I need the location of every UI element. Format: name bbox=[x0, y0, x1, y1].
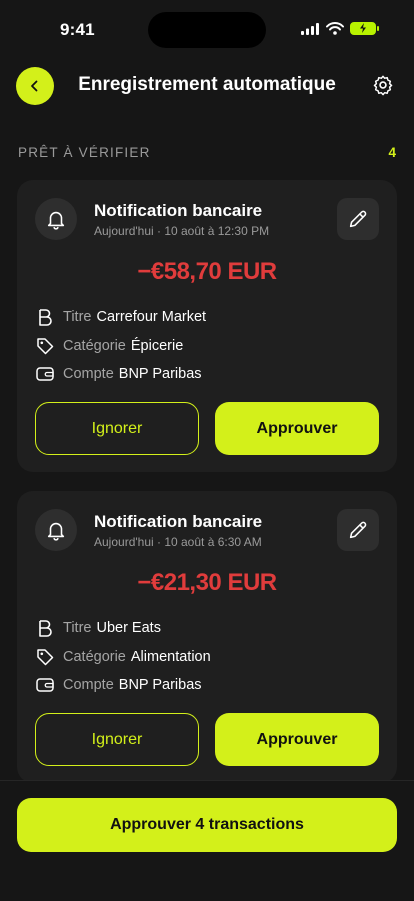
section-header: PRÊT À VÉRIFIER 4 bbox=[18, 145, 396, 163]
title-icon bbox=[35, 619, 55, 637]
field-account: Compte BNP Paribas bbox=[35, 366, 202, 382]
field-value: BNP Paribas bbox=[118, 366, 202, 382]
page-title: Enregistrement automatique bbox=[78, 74, 336, 95]
transaction-card: Notification bancaire Aujourd'hui · 10 a… bbox=[17, 180, 397, 472]
wallet-icon bbox=[35, 366, 55, 382]
field-value: Épicerie bbox=[130, 338, 184, 354]
wifi-icon bbox=[326, 22, 344, 35]
wallet-icon bbox=[35, 677, 55, 693]
field-label: Compte bbox=[63, 677, 114, 693]
bell-icon bbox=[47, 211, 65, 230]
bottom-action-bar: Approuver 4 transactions bbox=[0, 780, 414, 901]
battery-icon bbox=[350, 22, 379, 35]
dynamic-island bbox=[148, 12, 266, 48]
pencil-icon bbox=[349, 210, 367, 228]
edit-button[interactable] bbox=[337, 198, 379, 240]
transaction-amount: −€58,70 EUR bbox=[137, 258, 277, 285]
pencil-icon bbox=[349, 521, 367, 539]
gear-icon bbox=[373, 75, 393, 96]
notification-time: Aujourd'hui · 10 août à 6:30 AM bbox=[94, 535, 262, 549]
field-label: Catégorie bbox=[63, 649, 126, 665]
section-label: PRÊT À VÉRIFIER bbox=[18, 145, 151, 160]
field-value: Carrefour Market bbox=[96, 309, 207, 325]
field-category: Catégorie Alimentation bbox=[35, 648, 211, 666]
field-value: BNP Paribas bbox=[118, 677, 202, 693]
ignore-button[interactable]: Ignorer bbox=[35, 713, 199, 766]
field-label: Compte bbox=[63, 366, 114, 382]
transaction-card: Notification bancaire Aujourd'hui · 10 a… bbox=[17, 491, 397, 783]
field-label: Titre bbox=[63, 620, 92, 636]
title-icon bbox=[35, 308, 55, 326]
field-value: Uber Eats bbox=[96, 620, 161, 636]
field-value: Alimentation bbox=[130, 649, 211, 665]
transaction-amount: −€21,30 EUR bbox=[137, 569, 277, 596]
edit-button[interactable] bbox=[337, 509, 379, 551]
ignore-button[interactable]: Ignorer bbox=[35, 402, 199, 455]
bell-icon bbox=[47, 522, 65, 541]
approve-button[interactable]: Approuver bbox=[215, 713, 379, 766]
field-account: Compte BNP Paribas bbox=[35, 677, 202, 693]
tag-icon bbox=[35, 648, 55, 666]
notification-avatar bbox=[35, 198, 77, 240]
field-title: Titre Carrefour Market bbox=[35, 308, 206, 326]
signal-icon bbox=[301, 22, 319, 35]
status-bar: 9:41 bbox=[0, 0, 414, 60]
notification-avatar bbox=[35, 509, 77, 551]
approve-all-button[interactable]: Approuver 4 transactions bbox=[17, 798, 397, 852]
notification-time: Aujourd'hui · 10 août à 12:30 PM bbox=[94, 224, 270, 238]
approve-button[interactable]: Approuver bbox=[215, 402, 379, 455]
status-icons bbox=[301, 22, 379, 35]
field-category: Catégorie Épicerie bbox=[35, 337, 183, 355]
settings-button[interactable] bbox=[372, 74, 394, 101]
tag-icon bbox=[35, 337, 55, 355]
header: Enregistrement automatique bbox=[0, 64, 414, 108]
field-title: Titre Uber Eats bbox=[35, 619, 161, 637]
field-label: Catégorie bbox=[63, 338, 126, 354]
notification-title: Notification bancaire bbox=[94, 201, 263, 220]
status-time: 9:41 bbox=[60, 20, 95, 39]
section-count: 4 bbox=[388, 145, 396, 160]
field-label: Titre bbox=[63, 309, 92, 325]
notification-title: Notification bancaire bbox=[94, 512, 263, 531]
